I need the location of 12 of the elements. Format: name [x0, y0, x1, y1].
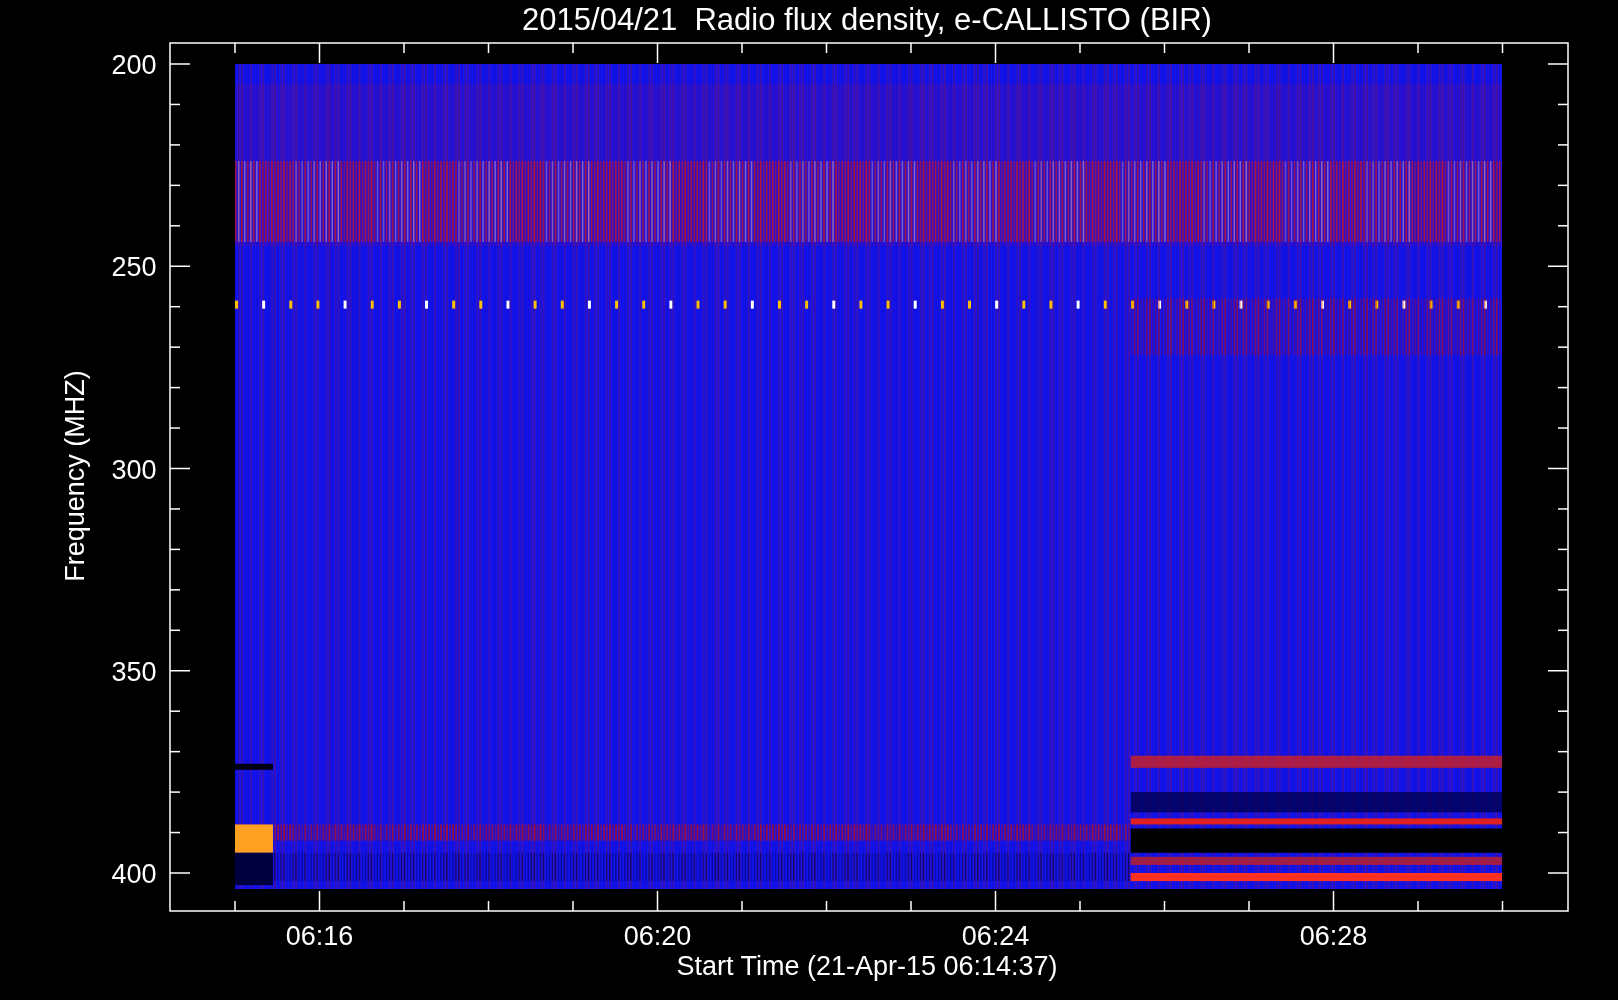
x-tick-label: 06:28 [1299, 921, 1368, 951]
x-tick-label: 06:16 [285, 921, 354, 951]
x-axis-label: Start Time (21-Apr-15 06:14:37) [676, 951, 1058, 981]
x-tick-label: 06:20 [623, 921, 692, 951]
y-tick-label: 250 [111, 252, 157, 283]
chart-title: 2015/04/21 Radio flux density, e-CALLISTO (BIR) [522, 2, 1212, 37]
y-tick-label: 400 [111, 859, 157, 889]
y-tick-label: 200 [111, 50, 157, 80]
y-tick-label: 350 [111, 656, 157, 687]
y-tick-label: 300 [111, 454, 157, 485]
x-tick-label: 06:24 [961, 921, 1030, 951]
y-axis-label: Frequency (MHZ) [60, 370, 90, 582]
